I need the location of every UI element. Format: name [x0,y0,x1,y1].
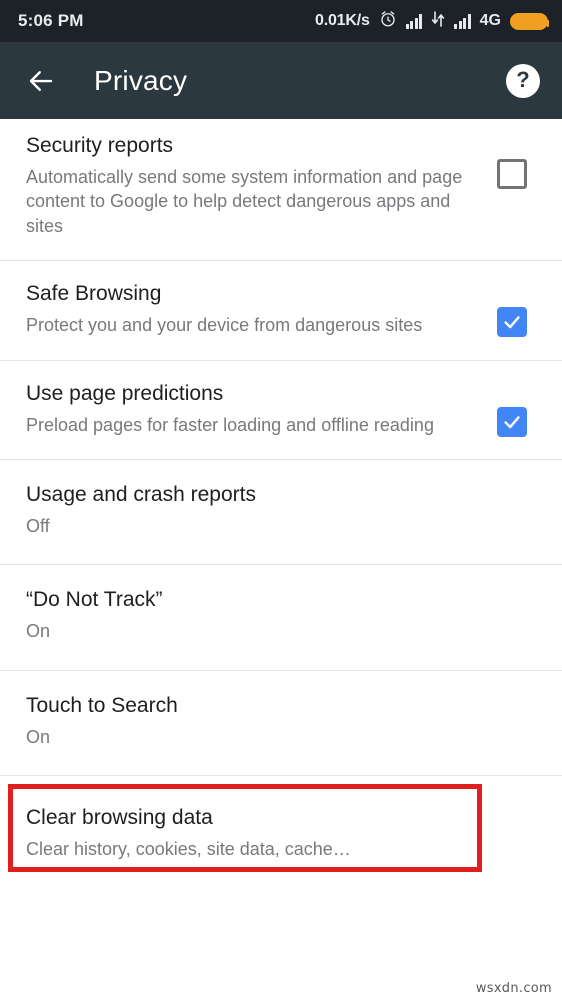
settings-list: Security reports Automatically send some… [0,119,562,878]
status-bar: 5:06 PM 0.01K/s 4G [0,0,562,42]
checkbox-safe-browsing[interactable] [497,307,527,338]
setting-subtitle: Off [26,515,50,536]
row-text: Usage and crash reports Off [26,482,544,538]
page-title: Privacy [94,64,188,96]
setting-title: Safe Browsing [26,282,162,306]
setting-title: Security reports [26,134,174,157]
row-text: Safe Browsing Protect you and your devic… [26,281,480,337]
row-text: Touch to Search On [26,693,544,749]
signal-icon [405,13,423,29]
check-icon [504,415,520,428]
setting-subtitle: On [26,621,51,642]
setting-title: Clear browsing data [26,806,213,829]
setting-row-security-reports[interactable]: Security reports Automatically send some… [0,119,562,262]
setting-row-usage-crash-reports[interactable]: Usage and crash reports Off [0,460,562,566]
signal-icon-secondary [454,13,471,29]
setting-subtitle: Protect you and your device from dangero… [26,315,423,336]
setting-title: Touch to Search [26,693,178,717]
network-type-label: 4G [479,12,501,29]
battery-icon [510,12,549,30]
setting-row-do-not-track[interactable]: “Do Not Track” On [0,565,562,671]
setting-row-touch-to-search[interactable]: Touch to Search On [0,671,562,776]
setting-title: Use page predictions [26,381,224,405]
check-icon [504,316,520,329]
status-icons: 0.01K/s 4G [315,10,549,33]
setting-subtitle: Clear history, cookies, site data, cache… [26,838,351,859]
row-control [480,381,544,437]
setting-row-safe-browsing[interactable]: Safe Browsing Protect you and your devic… [0,261,562,361]
row-text: Clear browsing data Clear history, cooki… [26,805,544,861]
setting-subtitle: On [26,726,51,747]
row-text: Security reports Automatically send some… [26,133,480,238]
help-icon[interactable]: ? [506,63,540,98]
setting-title: “Do Not Track” [26,588,163,612]
row-control [480,133,544,189]
setting-subtitle: Preload pages for faster loading and off… [26,414,434,435]
help-glyph: ? [516,67,530,92]
setting-row-clear-browsing-data[interactable]: Clear browsing data Clear history, cooki… [0,784,562,877]
highlight-wrapper: Clear browsing data Clear history, cooki… [0,784,562,877]
alarm-icon [379,10,397,33]
watermark: wsxdn.com [475,981,552,996]
checkbox-page-predictions[interactable] [497,406,527,437]
checkbox-security-reports[interactable] [497,159,527,189]
network-speed-label: 0.01K/s [315,12,370,29]
row-control [480,281,544,338]
row-text: Use page predictions Preload pages for f… [26,381,480,437]
app-toolbar: Privacy ? [0,42,562,119]
status-clock: 5:06 PM [18,11,84,30]
setting-subtitle: Automatically send some system informati… [26,166,463,236]
setting-row-page-predictions[interactable]: Use page predictions Preload pages for f… [0,361,562,460]
data-transfer-icon [431,10,445,32]
back-arrow-icon[interactable] [26,66,56,96]
setting-title: Usage and crash reports [26,482,256,506]
row-text: “Do Not Track” On [26,587,544,643]
phone-screen: 5:06 PM 0.01K/s 4G Privacy ? Security re… [0,0,562,1000]
